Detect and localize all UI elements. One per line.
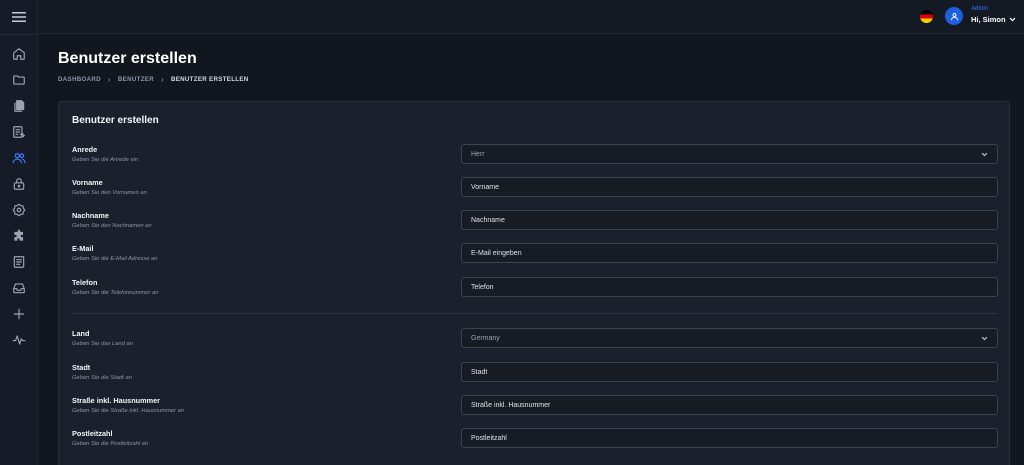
puzzle-icon [14,229,24,241]
sidebar-item-inbox[interactable] [7,276,31,300]
create-user-card: Benutzer erstellen Anrede Geben Sie die … [58,101,1010,465]
sidebar-item-edit-list[interactable] [7,120,31,144]
home-icon [13,48,25,60]
form-row-lastname: Nachname Geben Sie den Nachnamen an Nach… [72,210,998,237]
chevron-right-icon: › [107,75,111,84]
sidebar-item-documents[interactable] [7,94,31,118]
email-input[interactable]: E-Mail eingeben [461,243,998,263]
field-label: Nachname [72,211,109,220]
input-placeholder: Stadt [471,368,488,376]
field-label: E-Mail [72,244,94,253]
field-hint: Geben Sie die E-Mail Adresse an [72,256,158,262]
form-row-phone: Telefon Geben Sie die Telefonnummer an T… [72,277,998,304]
form-row-country: Land Geben Sie das Land an Germany [72,328,998,355]
sidebar-item-users[interactable] [7,146,31,170]
sidebar-item-home[interactable] [7,42,31,66]
input-placeholder: E-Mail eingeben [471,249,522,257]
sidebar-divider [0,34,38,35]
hamburger-icon [12,12,26,22]
field-label: Stadt [72,363,91,372]
zip-input[interactable]: Postleitzahl [461,428,998,448]
input-placeholder: Straße inkl. Hausnummer [471,401,551,409]
form-row-zip: Postleitzahl Geben Sie die Postleitzahl … [72,428,998,455]
chevron-down-icon [1009,17,1015,22]
field-label: Postleitzahl [72,429,113,438]
menu-toggle-button[interactable] [9,7,29,27]
sidebar-item-security[interactable] [7,172,31,196]
report-icon [13,256,25,268]
inbox-icon [13,283,25,294]
field-hint: Geben Sie die Straße inkl. Hausnummer an [72,408,185,414]
country-select[interactable]: Germany [461,328,998,348]
form-row-email: E-Mail Geben Sie die E-Mail Adresse an E… [72,243,998,270]
edit-list-icon [13,126,26,138]
field-label: Land [72,329,90,338]
lock-icon [13,178,25,190]
input-placeholder: Nachname [471,216,505,224]
sidebar-item-add[interactable] [7,302,31,326]
input-placeholder: Postleitzahl [471,434,507,442]
avatar[interactable] [945,7,963,25]
sidebar-item-folder[interactable] [7,68,31,92]
documents-icon [14,100,25,112]
sidebar-item-activity[interactable] [7,328,31,352]
form-row-firstname: Vorname Geben Sie den Vornamen an Vornam… [72,177,998,204]
field-hint: Geben Sie die Telefonnummer an [72,290,159,296]
field-hint: Geben Sie den Nachnamen an [72,223,152,229]
plus-icon [13,308,25,320]
field-label: Vorname [72,178,103,187]
breadcrumb: DASHBOARD › BENUTZER › BENUTZER ERSTELLE… [58,75,249,84]
field-hint: Geben Sie die Stadt an [72,375,132,381]
user-icon [950,12,958,20]
street-input[interactable]: Straße inkl. Hausnummer [461,395,998,415]
users-icon [12,153,26,164]
topbar [38,0,1024,34]
field-label: Straße inkl. Hausnummer [72,396,160,405]
breadcrumb-dashboard[interactable]: DASHBOARD [58,76,101,83]
german-flag-icon[interactable] [920,10,933,23]
input-placeholder: Telefon [471,283,494,291]
activity-icon [12,335,26,345]
field-label: Telefon [72,278,98,287]
firstname-input[interactable]: Vorname [461,177,998,197]
sidebar-item-reports[interactable] [7,250,31,274]
field-label: Anrede [72,145,98,154]
city-input[interactable]: Stadt [461,362,998,382]
field-hint: Geben Sie die Postleitzahl an [72,441,149,447]
chevron-down-icon [981,336,988,340]
user-role: Admin [971,6,989,12]
lastname-input[interactable]: Nachname [461,210,998,230]
form-row-street: Straße inkl. Hausnummer Geben Sie die St… [72,395,998,422]
user-menu[interactable]: Hi, Simon [971,15,1016,24]
breadcrumb-current: BENUTZER ERSTELLEN [170,76,249,83]
chevron-right-icon: › [160,75,164,84]
chevron-down-icon [981,152,988,156]
select-value: Germany [471,334,500,342]
card-title: Benutzer erstellen [72,115,159,126]
phone-input[interactable]: Telefon [461,277,998,297]
field-hint: Geben Sie das Land an [72,341,133,347]
settings-icon [12,203,26,217]
select-value: Herr [471,150,485,158]
sidebar-item-settings[interactable] [7,198,31,222]
field-hint: Geben Sie die Anrede ein [72,157,139,163]
page-title: Benutzer erstellen [58,50,197,67]
breadcrumb-users[interactable]: BENUTZER [118,76,154,83]
form-divider [72,313,998,314]
folder-icon [13,75,25,85]
sidebar-item-extensions[interactable] [7,224,31,248]
form-row-salutation: Anrede Geben Sie die Anrede ein Herr [72,144,998,171]
sidebar [0,0,38,465]
form-row-city: Stadt Geben Sie die Stadt an Stadt [72,362,998,389]
input-placeholder: Vorname [471,183,500,191]
user-greeting: Hi, Simon [971,15,1006,24]
field-hint: Geben Sie den Vornamen an [72,190,147,196]
salutation-select[interactable]: Herr [461,144,998,164]
